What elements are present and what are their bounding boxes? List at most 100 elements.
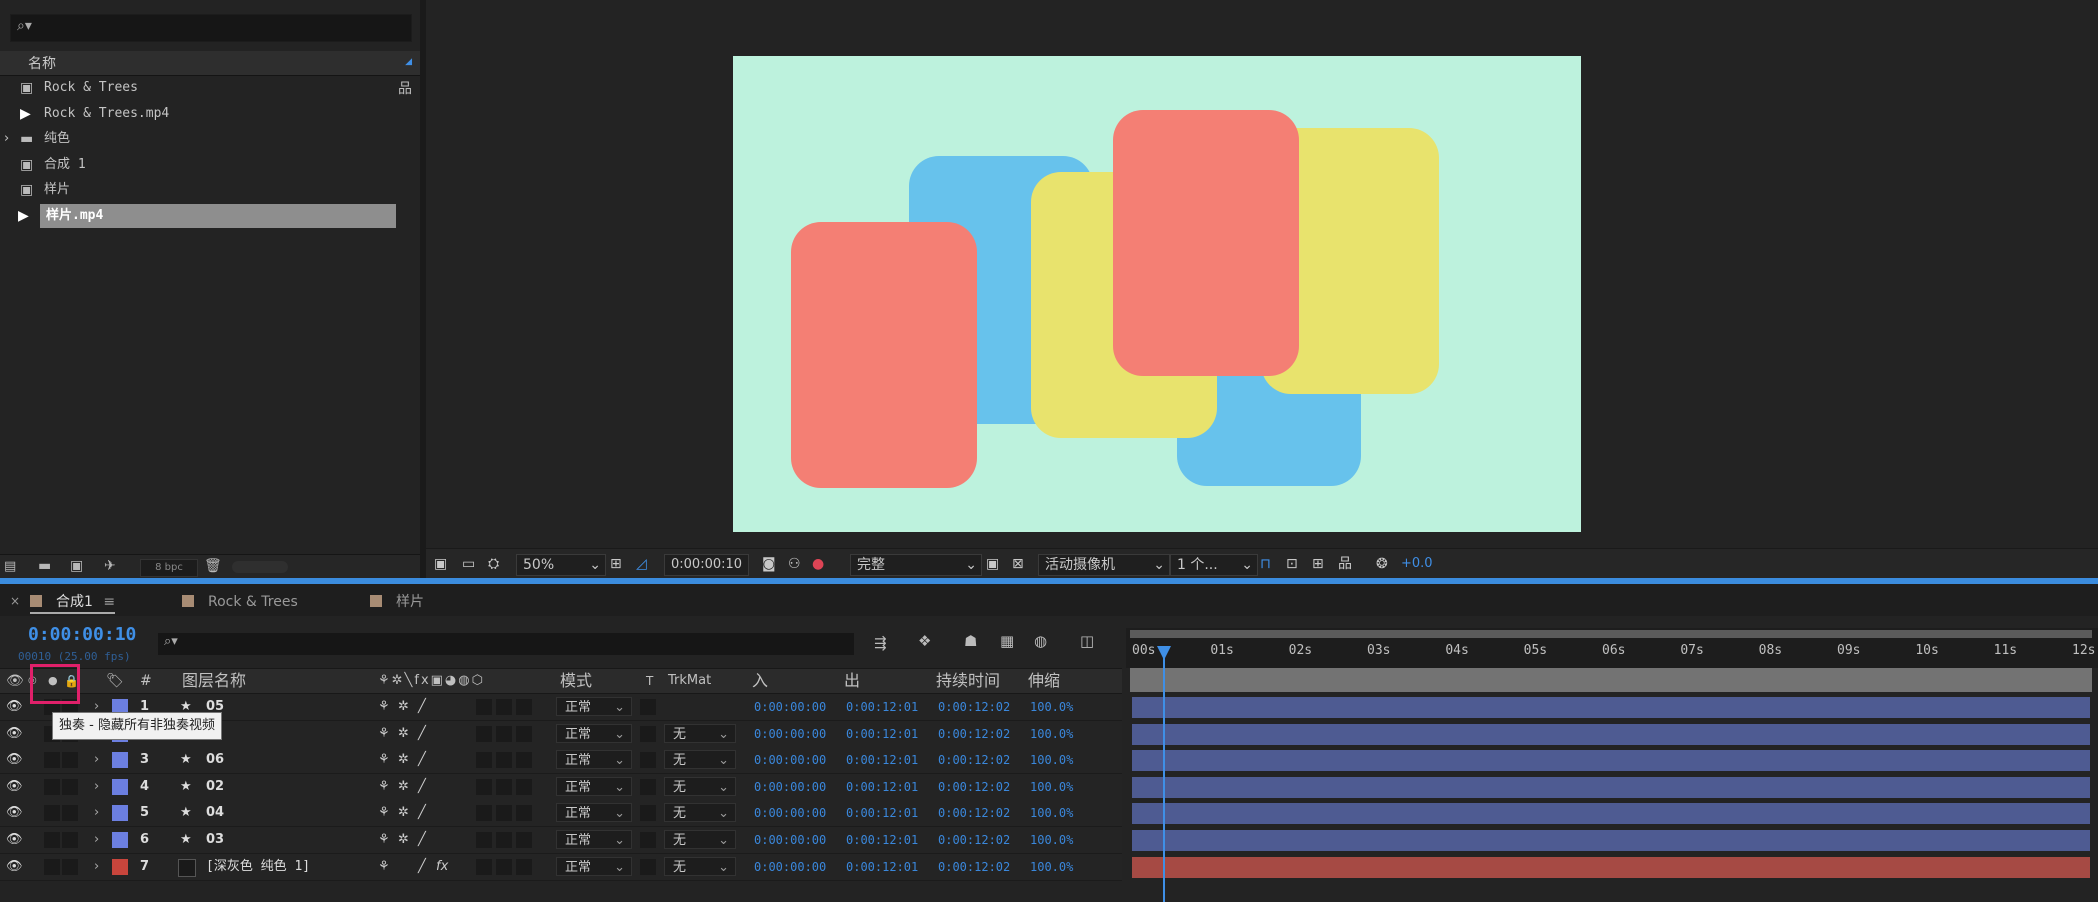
layer-name[interactable]: 04: [206, 800, 224, 826]
switch-box[interactable]: [476, 778, 492, 795]
collapse-switch-icon[interactable]: ✲: [398, 721, 409, 747]
switch-box[interactable]: [516, 805, 532, 822]
in-point[interactable]: 0:00:00:00: [754, 854, 826, 880]
camera-select[interactable]: 活动摄像机 ⌄: [1038, 554, 1170, 576]
close-tab-icon[interactable]: ×: [10, 594, 20, 608]
new-folder-icon[interactable]: ▬: [38, 558, 51, 574]
timeline-search-input[interactable]: ⌕▾: [158, 633, 854, 655]
project-search-input[interactable]: ⌕▾: [10, 14, 412, 42]
layer-row[interactable]: 👁 › 6 ★ 03 ⚘ ✲ ╱ 正常 ⌄ 无 ⌄ 0:00:00:00 0:00:12:01 0:00:1…: [0, 827, 1122, 854]
collapse-switch-icon[interactable]: ✲: [398, 800, 409, 826]
label-color-swatch[interactable]: [112, 778, 128, 795]
region-of-interest-icon[interactable]: ◿: [636, 554, 647, 574]
out-point[interactable]: 0:00:12:01: [846, 774, 918, 800]
switch-box[interactable]: [496, 725, 512, 742]
duration-value[interactable]: 0:00:12:02: [938, 721, 1010, 747]
audio-toggle[interactable]: [44, 858, 60, 875]
eye-icon[interactable]: 👁: [6, 747, 23, 773]
eye-icon[interactable]: 👁: [6, 721, 23, 747]
duration-column-label[interactable]: 持续时间: [936, 671, 1000, 691]
mask-icon[interactable]: ⛭: [488, 554, 499, 574]
layer-duration-bar[interactable]: [1132, 750, 2090, 772]
switch-box[interactable]: [496, 752, 512, 769]
stretch-value[interactable]: 100.0%: [1030, 774, 1073, 800]
preserve-transparency-toggle[interactable]: [640, 858, 656, 875]
quality-switch-icon[interactable]: ╱: [418, 800, 426, 826]
render-queue-icon[interactable]: ✈: [104, 558, 116, 574]
tab-comp1[interactable]: 合成1 ≡: [30, 592, 116, 614]
quality-switch-icon[interactable]: ╱: [418, 694, 426, 720]
draft-3d-icon[interactable]: ❖: [918, 632, 931, 650]
viewer-timecode[interactable]: 0:00:00:10: [664, 554, 750, 576]
mode-select[interactable]: 正常 ⌄: [556, 750, 632, 770]
layer-duration-bar[interactable]: [1132, 856, 2090, 878]
quality-switch-icon[interactable]: ╱: [418, 721, 426, 747]
in-point[interactable]: 0:00:00:00: [754, 827, 826, 853]
layer-row[interactable]: 👁 › 4 ★ 02 ⚘ ✲ ╱ 正常 ⌄ 无 ⌄ 0:00:00:00 0:00:12:01 0:00:1…: [0, 773, 1122, 801]
label-column-icon[interactable]: 🏷: [106, 671, 124, 691]
switch-box[interactable]: [496, 858, 512, 875]
solo-toggle[interactable]: [62, 858, 78, 875]
stretch-value[interactable]: 100.0%: [1030, 800, 1073, 826]
chevron-right-icon[interactable]: ›: [94, 747, 99, 773]
eye-icon[interactable]: 👁: [6, 827, 23, 853]
audio-toggle[interactable]: [44, 832, 60, 848]
switch-box[interactable]: [516, 858, 532, 875]
trkmat-select[interactable]: 无 ⌄: [664, 776, 736, 796]
switch-box[interactable]: [516, 832, 532, 848]
eye-column-icon[interactable]: 👁: [6, 671, 24, 691]
project-item[interactable]: ▣ 合成 1: [18, 153, 398, 177]
mode-select[interactable]: 正常 ⌄: [556, 776, 632, 796]
audio-toggle[interactable]: [44, 752, 60, 769]
resolution-select[interactable]: 完整 ⌄: [850, 554, 982, 576]
t-column-label[interactable]: T: [646, 671, 653, 691]
out-point[interactable]: 0:00:12:01: [846, 800, 918, 826]
flowchart-viewer-icon[interactable]: ⊡: [1286, 554, 1298, 574]
solo-toggle[interactable]: [62, 778, 78, 795]
audio-toggle[interactable]: [44, 805, 60, 822]
shy-switch-icon[interactable]: ⚘: [378, 747, 390, 773]
preserve-transparency-toggle[interactable]: [640, 699, 656, 715]
preserve-transparency-toggle[interactable]: [640, 778, 656, 795]
in-point[interactable]: 0:00:00:00: [754, 694, 826, 720]
views-select[interactable]: 1 个... ⌄: [1170, 554, 1258, 576]
shy-layers-icon[interactable]: ☗: [964, 632, 977, 650]
work-area-bar[interactable]: [1130, 630, 2092, 638]
show-snapshot-icon[interactable]: ⚇: [788, 554, 801, 574]
collapse-switch-icon[interactable]: ✲: [398, 774, 409, 800]
transparency-grid-icon[interactable]: ⊠: [1012, 554, 1024, 574]
grid-icon[interactable]: ⊞: [610, 554, 622, 574]
reset-exposure-icon[interactable]: ❂: [1376, 554, 1388, 574]
duration-value[interactable]: 0:00:12:02: [938, 800, 1010, 826]
out-point[interactable]: 0:00:12:01: [846, 721, 918, 747]
comp-duration-bar[interactable]: [1130, 668, 2092, 692]
fast-preview-icon[interactable]: ▣: [986, 554, 999, 574]
stretch-value[interactable]: 100.0%: [1030, 827, 1073, 853]
scroll-slider[interactable]: [232, 561, 288, 573]
switch-box[interactable]: [496, 699, 512, 715]
eye-icon[interactable]: 👁: [6, 800, 23, 826]
quality-switch-icon[interactable]: ╱: [418, 854, 426, 880]
playhead-handle[interactable]: [1157, 646, 1171, 660]
layer-duration-bar[interactable]: [1132, 723, 2090, 745]
collapse-switch-icon[interactable]: ✲: [398, 747, 409, 773]
shy-switch-icon[interactable]: ⚘: [378, 827, 390, 853]
layer-duration-bar[interactable]: [1132, 776, 2090, 798]
trkmat-select[interactable]: 无 ⌄: [664, 803, 736, 823]
layer-duration-bar[interactable]: [1132, 697, 2090, 718]
flowchart-icon[interactable]: 品: [398, 78, 412, 98]
switch-box[interactable]: [516, 778, 532, 795]
new-composition-icon[interactable]: ▣: [70, 558, 83, 574]
tab-menu-icon[interactable]: ≡: [103, 594, 115, 610]
tab-rock-trees[interactable]: Rock & Trees: [182, 592, 298, 612]
layer-row[interactable]: 👁 › 3 ★ 06 ⚘ ✲ ╱ 正常 ⌄ 无 ⌄ 0:00:00:00 0:00:12:01 0:00:1…: [0, 747, 1122, 775]
duration-value[interactable]: 0:00:12:02: [938, 747, 1010, 773]
shy-switch-icon[interactable]: ⚘: [378, 694, 390, 720]
out-point[interactable]: 0:00:12:01: [846, 854, 918, 880]
label-color-swatch[interactable]: [112, 832, 128, 848]
mode-select[interactable]: 正常 ⌄: [556, 697, 632, 716]
snapshot-icon[interactable]: ◙: [762, 554, 776, 574]
in-point[interactable]: 0:00:00:00: [754, 800, 826, 826]
in-point[interactable]: 0:00:00:00: [754, 721, 826, 747]
eye-icon[interactable]: 👁: [6, 854, 23, 880]
